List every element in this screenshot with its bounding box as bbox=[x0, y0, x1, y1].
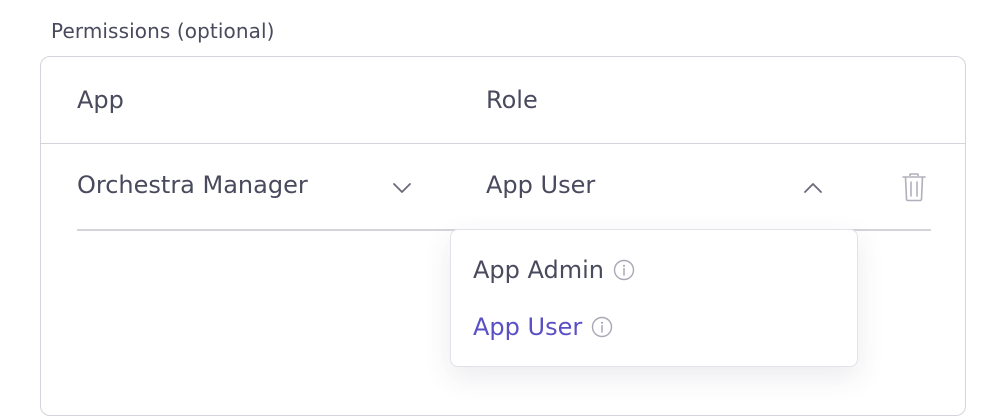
role-select-value: App User bbox=[486, 171, 596, 199]
app-select-value: Orchestra Manager bbox=[77, 171, 308, 199]
table-header-row: App Role bbox=[41, 57, 965, 144]
role-dropdown-menu: App Admin App User bbox=[450, 229, 858, 367]
trash-icon[interactable] bbox=[901, 172, 927, 202]
info-icon[interactable] bbox=[591, 316, 613, 338]
table-row: Orchestra Manager App User bbox=[77, 143, 931, 231]
role-option-app-admin[interactable]: App Admin bbox=[473, 250, 635, 290]
role-option-label: App Admin bbox=[473, 256, 605, 284]
chevron-up-icon bbox=[804, 183, 822, 193]
role-select[interactable]: App User bbox=[486, 143, 831, 229]
role-option-label: App User bbox=[473, 313, 583, 341]
info-icon[interactable] bbox=[613, 259, 635, 281]
chevron-down-icon bbox=[393, 183, 411, 193]
role-option-app-user[interactable]: App User bbox=[473, 307, 613, 347]
app-column-header: App bbox=[77, 86, 124, 114]
role-column-header: Role bbox=[486, 86, 538, 114]
app-select[interactable]: Orchestra Manager bbox=[77, 143, 422, 229]
permissions-section-label: Permissions (optional) bbox=[51, 19, 275, 43]
